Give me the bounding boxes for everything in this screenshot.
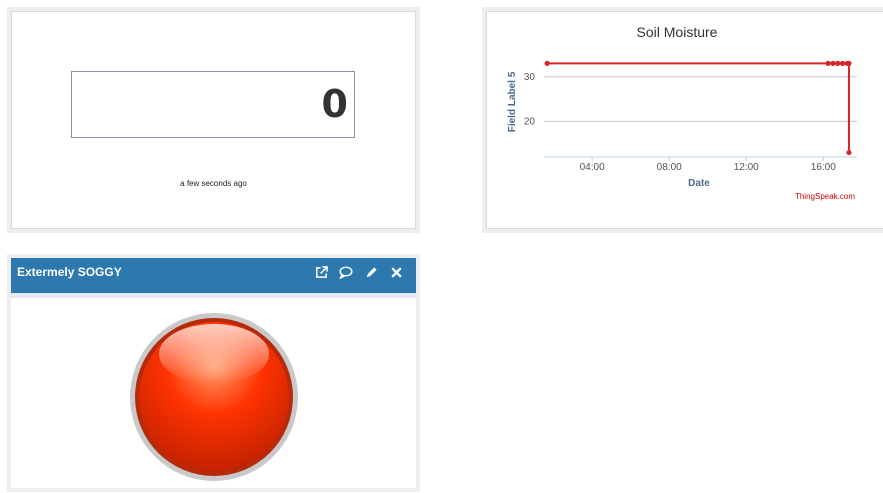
x-tick-label: 04:00 [580,162,605,173]
widget-header: Extermely SOGGY [11,258,416,293]
data-point [846,149,852,156]
y-tick-label: 20 [524,116,536,127]
chart-title: Soil Moisture [637,24,718,40]
close-icon[interactable] [388,264,404,280]
x-tick-label: 08:00 [657,162,682,173]
numeric-display-widget: 0 a few seconds ago [11,11,416,229]
lamp-indicator-widget: Extermely SOGGY [11,258,416,488]
last-updated-text: a few seconds ago [180,179,247,188]
y-axis-label: Field Label 5 [507,71,518,132]
soil-moisture-chart-widget: Soil Moisture 20 30 04:00 08:00 12:00 16:00 … [486,11,883,229]
chart-series [544,60,852,156]
data-point [835,60,841,66]
lamp-highlight [159,324,269,384]
lamp-indicator [130,313,298,481]
widget-body [11,293,416,483]
data-point [839,60,846,66]
data-point [846,60,852,66]
data-point [544,60,550,66]
x-tick-label: 16:00 [811,162,836,173]
soil-moisture-chart: Soil Moisture 2030 04:00 08:00 12:00 16:00 … [507,24,857,201]
widget-header-actions [313,264,404,280]
comment-icon[interactable] [338,264,354,280]
x-tick-label: 12:00 [734,162,759,173]
pencil-icon[interactable] [363,264,379,280]
widget-title: Extermely SOGGY [17,265,122,279]
chart-grid [544,76,857,122]
numeric-display-box: 0 [71,71,355,138]
data-point [825,60,831,66]
data-point [830,60,836,66]
external-link-icon[interactable] [313,264,329,280]
x-axis-label: Date [688,178,710,189]
y-tick-label: 30 [524,72,536,83]
y-axis-ticks: 2030 [524,72,536,128]
numeric-value: 0 [321,82,348,126]
thingspeak-credit-link[interactable]: ThingSpeak.com [795,192,855,201]
x-axis-ticks: 04:00 08:00 12:00 16:00 [580,157,836,173]
